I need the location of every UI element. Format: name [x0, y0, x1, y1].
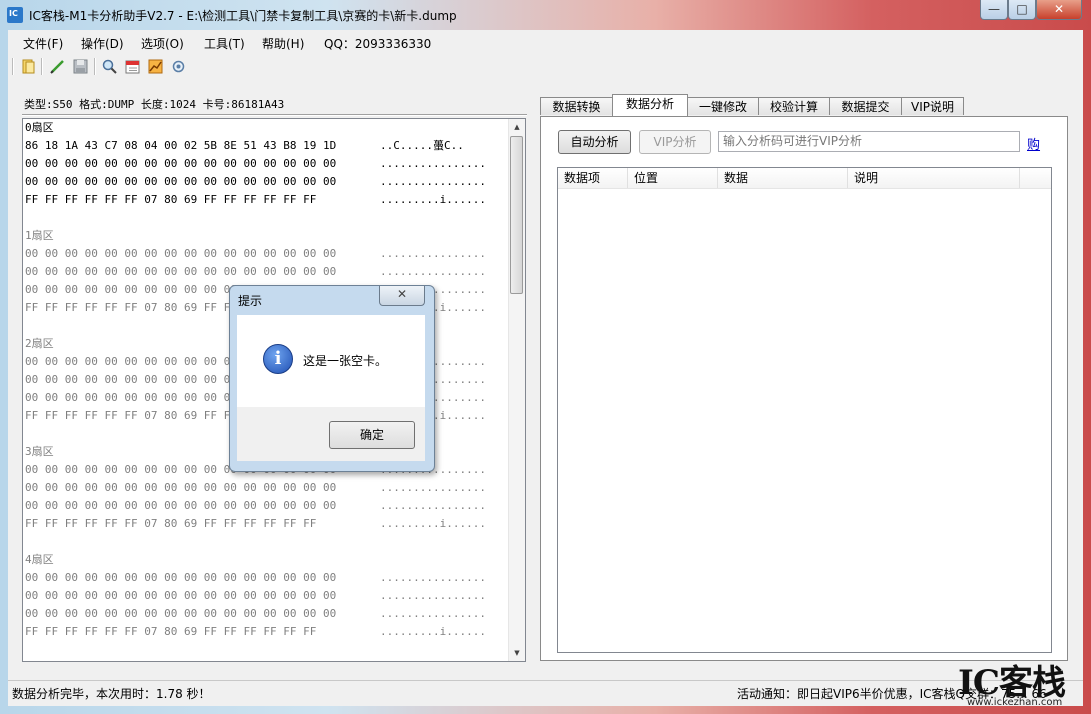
save-icon[interactable] — [72, 58, 89, 75]
column-header-data[interactable]: 数据 — [718, 168, 848, 188]
qq-number: QQ：2093336330 — [324, 37, 432, 51]
scroll-thumb[interactable] — [510, 136, 523, 294]
main-window: IC客栈-M1卡分析助手V2.7 - E:\检测工具\门禁卡复制工具\京赛的卡\… — [0, 0, 1091, 714]
minimize-button[interactable]: — — [980, 0, 1008, 20]
window-title: IC客栈-M1卡分析助手V2.7 - E:\检测工具\门禁卡复制工具\京赛的卡\… — [29, 9, 457, 23]
dialog-close-button[interactable]: ✕ — [379, 286, 425, 306]
analysis-table[interactable]: 数据项 位置 数据 说明 — [557, 167, 1052, 653]
dialog-message: 这是一张空卡。 — [303, 354, 388, 368]
menu-help[interactable]: 帮助(H) — [262, 35, 304, 52]
open-folder-icon[interactable] — [20, 58, 37, 75]
sector-label: 1扇区 — [25, 229, 54, 242]
vip-code-input[interactable]: 输入分析码可进行VIP分析 — [718, 131, 1020, 152]
hex-row[interactable]: FF FF FF FF FF FF 07 80 69 FF FF FF FF F… — [25, 191, 316, 209]
close-button[interactable]: ✕ — [1036, 0, 1082, 20]
ok-button[interactable]: 确定 — [329, 421, 415, 449]
auto-analyze-button[interactable]: 自动分析 — [558, 130, 631, 154]
column-header-item[interactable]: 数据项 — [558, 168, 628, 188]
ascii-row: ................ — [380, 499, 486, 512]
chart-icon[interactable] — [147, 58, 164, 75]
menu-tools[interactable]: 工具(T) — [204, 35, 245, 52]
tab-data-submit[interactable]: 数据提交 — [829, 97, 902, 115]
hex-row[interactable]: 00 00 00 00 00 00 00 00 00 00 00 00 00 0… — [25, 173, 336, 191]
hex-row[interactable]: FF FF FF FF FF FF 07 80 69 FF FF FF FF F… — [25, 623, 316, 641]
dialog-title: 提示 — [238, 294, 263, 308]
card-info: 类型:S50 格式:DUMP 长度:1024 卡号:86181A43 — [22, 94, 527, 116]
app-icon — [7, 7, 23, 23]
dialog-body: i 这是一张空卡。 — [237, 315, 425, 407]
hex-row[interactable]: 00 00 00 00 00 00 00 00 00 00 00 00 00 0… — [25, 245, 336, 263]
ascii-row: .........i...... — [380, 625, 486, 638]
sector-label: 3扇区 — [25, 445, 54, 458]
vertical-scrollbar[interactable]: ▲ ▼ — [508, 119, 525, 661]
tab-vip-info[interactable]: VIP说明 — [901, 97, 964, 115]
pencil-icon[interactable] — [49, 58, 66, 75]
scroll-down-arrow-icon[interactable]: ▼ — [509, 645, 525, 661]
status-bar: 数据分析完毕，本次用时：1.78 秒！ 活动通知：即日起VIP6半价优惠，IC客… — [8, 680, 1083, 704]
tab-data-convert[interactable]: 数据转换 — [540, 97, 613, 115]
dialog-footer: 确定 — [237, 407, 425, 461]
status-message: 数据分析完毕，本次用时：1.78 秒！ — [12, 687, 211, 701]
tab-data-analysis[interactable]: 数据分析 — [612, 94, 688, 116]
hex-row[interactable]: FF FF FF FF FF FF 07 80 69 FF FF FF FF F… — [25, 515, 316, 533]
ascii-row: ................ — [380, 247, 486, 260]
hex-row[interactable]: 00 00 00 00 00 00 00 00 00 00 00 00 00 0… — [25, 569, 336, 587]
calendar-icon[interactable] — [124, 58, 141, 75]
menu-operate[interactable]: 操作(D) — [81, 35, 124, 52]
vip-analyze-button[interactable]: VIP分析 — [639, 130, 711, 154]
scroll-up-arrow-icon[interactable]: ▲ — [509, 119, 525, 135]
menu-bar: 文件(F) 操作(D) 选项(O) 工具(T) 帮助(H) QQ：2093336… — [8, 30, 1083, 54]
ascii-row: ................ — [380, 607, 486, 620]
hex-row[interactable]: 00 00 00 00 00 00 00 00 00 00 00 00 00 0… — [25, 479, 336, 497]
sector-label: 2扇区 — [25, 337, 54, 350]
column-header-description[interactable]: 说明 — [848, 168, 1020, 188]
hex-row[interactable]: 00 00 00 00 00 00 00 00 00 00 00 00 00 0… — [25, 587, 336, 605]
menu-file[interactable]: 文件(F) — [23, 35, 63, 52]
ascii-row: ................ — [380, 571, 486, 584]
menu-options[interactable]: 选项(O) — [141, 35, 184, 52]
ascii-row: ................ — [380, 265, 486, 278]
hex-row[interactable]: 00 00 00 00 00 00 00 00 00 00 00 00 00 0… — [25, 497, 336, 515]
hex-row[interactable]: 00 00 00 00 00 00 00 00 00 00 00 00 00 0… — [25, 605, 336, 623]
tab-quick-modify[interactable]: 一键修改 — [687, 97, 759, 115]
sector-label: 4扇区 — [25, 553, 54, 566]
ascii-row: ................ — [380, 157, 486, 170]
ascii-row: .........i...... — [380, 193, 486, 206]
toolbar-grip — [12, 58, 14, 75]
column-header-position[interactable]: 位置 — [628, 168, 718, 188]
table-header: 数据项 位置 数据 说明 — [558, 168, 1051, 189]
toolbar-separator — [41, 58, 43, 75]
hex-row[interactable]: 00 00 00 00 00 00 00 00 00 00 00 00 00 0… — [25, 155, 336, 173]
info-icon: i — [263, 344, 293, 374]
toolbar — [8, 55, 1083, 79]
maximize-button[interactable]: □ — [1008, 0, 1036, 20]
ascii-row: ................ — [380, 175, 486, 188]
client-area: 文件(F) 操作(D) 选项(O) 工具(T) 帮助(H) QQ：2093336… — [8, 30, 1083, 706]
ascii-row: ................ — [380, 481, 486, 494]
hex-row[interactable]: 00 00 00 00 00 00 00 00 00 00 00 00 00 0… — [25, 263, 336, 281]
message-dialog: 提示 ✕ i 这是一张空卡。 确定 — [229, 285, 435, 472]
ascii-row: .........i...... — [380, 517, 486, 530]
hex-row[interactable]: 86 18 1A 43 C7 08 04 00 02 5B 8E 51 43 B… — [25, 137, 336, 155]
sector-label: 0扇区 — [25, 121, 54, 134]
title-bar: IC客栈-M1卡分析助手V2.7 - E:\检测工具\门禁卡复制工具\京赛的卡\… — [0, 0, 1091, 30]
toolbar-separator — [94, 58, 96, 75]
tab-checksum[interactable]: 校验计算 — [758, 97, 830, 115]
ascii-row: ..C.....蠆C.. — [380, 139, 464, 152]
watermark-url: www.ickezhan.com — [967, 697, 1063, 708]
settings-icon[interactable] — [170, 58, 187, 75]
buy-link[interactable]: 购 — [1027, 134, 1040, 153]
ascii-row: ................ — [380, 589, 486, 602]
search-icon[interactable] — [101, 58, 118, 75]
